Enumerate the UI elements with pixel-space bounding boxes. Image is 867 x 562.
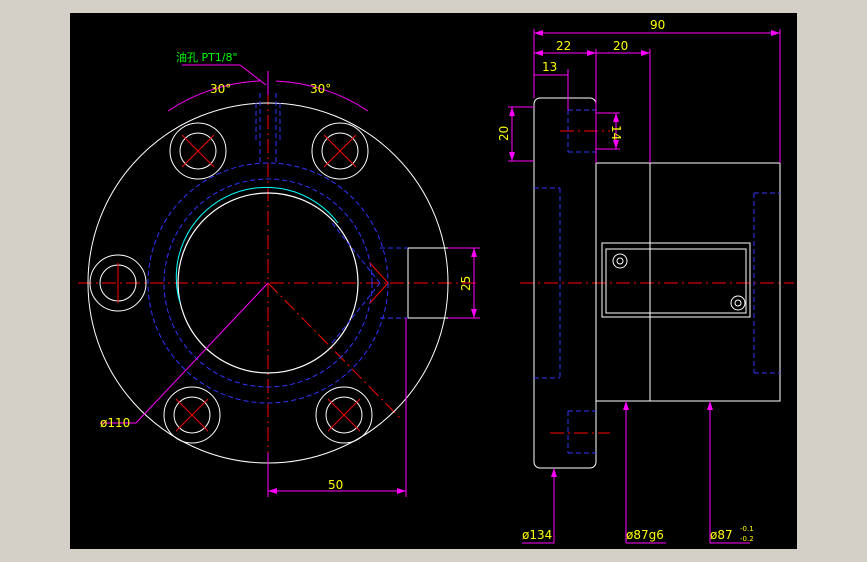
front-arrowheads [268, 248, 477, 494]
flange-width-label: 22 [556, 39, 571, 53]
bolt-hole-top-left [169, 122, 227, 180]
shoulder-dia-label: ø87 [710, 528, 733, 542]
thread-arc [175, 186, 339, 304]
cad-drawing-canvas[interactable]: 油孔 PT1/8" 30° 30° ø110 25 50 90 22 20 13… [70, 13, 797, 549]
oil-hole-note: 油孔 PT1/8" [176, 50, 238, 64]
side-arrowheads [509, 30, 780, 477]
bolt-hole-top-right [311, 122, 369, 180]
overall-length-label: 90 [650, 18, 665, 32]
bolt-hole-bottom-right [315, 386, 373, 444]
flange-dia-label: ø134 [522, 528, 552, 542]
tolerance-lower-label: -0.2 [740, 535, 754, 543]
tolerance-upper-label: -0.1 [740, 525, 754, 533]
side-body-outline [595, 162, 781, 402]
hole-dia-label: 14 [609, 125, 623, 140]
ball-screw-nut-drawing: 油孔 PT1/8" 30° 30° ø110 25 50 90 22 20 13… [78, 18, 794, 544]
body-dia-label: ø87g6 [626, 528, 664, 542]
flat-offset-label: 50 [328, 478, 343, 492]
offset-13-label: 13 [542, 60, 557, 74]
front-dimensions [100, 64, 480, 497]
counterbore-dia-label: 20 [497, 126, 511, 141]
side-dimensions [508, 29, 781, 544]
side-slot [601, 242, 751, 318]
pitch-circle-dia-label: ø110 [100, 416, 130, 430]
bolt-hole-bottom-left [163, 386, 221, 444]
flat-height-label: 25 [459, 276, 473, 291]
offset-20-label: 20 [613, 39, 628, 53]
angle-right-label: 30° [310, 82, 331, 96]
side-view: 90 22 20 13 20 14 ø134 ø87g6 ø87 -0.1 -0… [497, 18, 794, 544]
front-view: 油孔 PT1/8" 30° 30° ø110 25 50 [78, 50, 480, 497]
angle-left-label: 30° [210, 82, 231, 96]
side-hidden-lines [534, 109, 780, 454]
front-centerlines [78, 91, 480, 483]
